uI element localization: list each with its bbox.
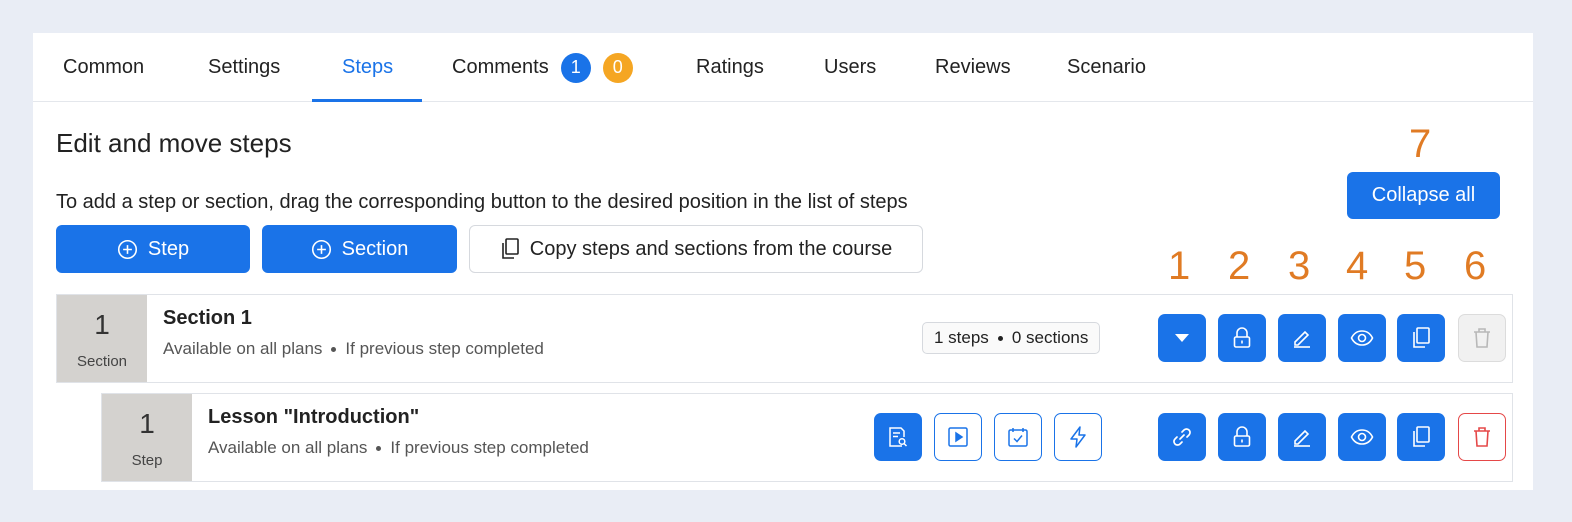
- annotation-1: 1: [1168, 244, 1191, 288]
- annotation-5: 5: [1404, 244, 1427, 288]
- section-number: 1: [94, 309, 110, 340]
- edit-section-button[interactable]: [1278, 314, 1326, 362]
- section-number-block[interactable]: 1 Section: [57, 295, 147, 382]
- tab-label: Scenario: [1067, 56, 1146, 78]
- step-number: 1: [139, 408, 155, 439]
- tab-reviews[interactable]: Reviews: [935, 33, 1011, 102]
- duplicate-step-button[interactable]: [1397, 413, 1445, 461]
- page-title: Edit and move steps: [56, 128, 292, 158]
- tab-ratings[interactable]: Ratings: [696, 33, 764, 102]
- pencil-icon: [1294, 429, 1310, 447]
- step-kind-label: Step: [131, 452, 163, 469]
- section-title: Section 1: [163, 307, 252, 329]
- tab-common[interactable]: Common: [63, 33, 144, 102]
- annotation-6: 6: [1464, 244, 1487, 288]
- tab-bar: Common Settings Steps Comments 1 0 Ratin…: [33, 33, 1533, 102]
- lightning-icon: [1070, 426, 1086, 448]
- tab-steps[interactable]: Steps: [342, 33, 393, 102]
- tab-label: Users: [824, 56, 877, 78]
- annotation-7: 7: [1409, 122, 1432, 166]
- lock-section-button[interactable]: [1218, 314, 1266, 362]
- link-icon: [1173, 428, 1191, 446]
- tab-label: Steps: [342, 56, 394, 78]
- tab-settings[interactable]: Settings: [208, 33, 280, 102]
- tab-label: Ratings: [696, 56, 764, 78]
- duplicate-section-button[interactable]: [1397, 314, 1445, 362]
- step-task-button[interactable]: [994, 413, 1042, 461]
- section-contents-count: 1 steps 0 sections: [922, 322, 1101, 354]
- add-section-button[interactable]: Section: [262, 225, 457, 273]
- button-label: Copy steps and sections from the course: [529, 237, 893, 260]
- copy-icon: [1413, 426, 1430, 447]
- expand-section-button[interactable]: [1158, 314, 1206, 362]
- tab-label: Comments: [452, 56, 549, 78]
- step-automation-button[interactable]: [1054, 413, 1102, 461]
- caret-down-icon: [1175, 334, 1189, 342]
- step-title: Lesson "Introduction": [208, 406, 420, 428]
- plus-circle-icon: [117, 239, 137, 259]
- tab-users[interactable]: Users: [824, 33, 876, 102]
- copy-icon: [1413, 327, 1430, 348]
- edit-step-button[interactable]: [1278, 413, 1326, 461]
- preview-step-button[interactable]: [1338, 413, 1386, 461]
- step-content-button[interactable]: [874, 413, 922, 461]
- button-label: Section: [341, 237, 409, 260]
- instructions-text: To add a step or section, drag the corre…: [56, 191, 908, 213]
- calendar-check-icon: [1008, 428, 1028, 447]
- eye-icon: [1350, 429, 1374, 445]
- tab-label: Common: [63, 56, 145, 78]
- section-kind-label: Section: [76, 353, 128, 370]
- step-meta: Available on all plans If previous step …: [208, 438, 589, 458]
- separator-dot: [331, 346, 337, 352]
- lock-step-button[interactable]: [1218, 413, 1266, 461]
- annotation-4: 4: [1346, 244, 1369, 288]
- step-row[interactable]: 1 Step Lesson "Introduction" Available o…: [101, 393, 1513, 482]
- lock-icon: [1233, 426, 1251, 447]
- availability-text: Available on all plans: [208, 438, 368, 457]
- trash-icon: [1474, 427, 1490, 447]
- collapse-all-button[interactable]: Collapse all: [1347, 172, 1500, 219]
- section-row[interactable]: 1 Section Section 1 Available on all pla…: [56, 294, 1513, 383]
- condition-text: If previous step completed: [390, 438, 589, 457]
- add-step-button[interactable]: Step: [56, 225, 250, 273]
- eye-icon: [1350, 330, 1374, 346]
- button-label: Collapse all: [1371, 184, 1476, 206]
- active-tab-indicator: [312, 99, 422, 102]
- step-number-block[interactable]: 1 Step: [102, 394, 192, 481]
- copy-icon: [501, 238, 519, 259]
- delete-step-button[interactable]: [1458, 413, 1506, 461]
- steps-count: 1 steps: [934, 328, 989, 347]
- step-video-button[interactable]: [934, 413, 982, 461]
- condition-text: If previous step completed: [345, 339, 544, 358]
- trash-icon: [1474, 328, 1490, 348]
- copy-steps-button[interactable]: Copy steps and sections from the course: [469, 225, 923, 273]
- button-label: Step: [147, 237, 190, 260]
- tab-scenario[interactable]: Scenario: [1067, 33, 1146, 102]
- tab-label: Settings: [208, 56, 281, 78]
- preview-section-button[interactable]: [1338, 314, 1386, 362]
- separator-dot: [997, 335, 1003, 341]
- annotation-2: 2: [1228, 244, 1251, 288]
- availability-text: Available on all plans: [163, 339, 323, 358]
- sections-count: 0 sections: [1011, 328, 1089, 347]
- pencil-icon: [1294, 330, 1310, 348]
- annotation-3: 3: [1288, 244, 1311, 288]
- separator-dot: [376, 445, 382, 451]
- document-search-icon: [889, 427, 908, 447]
- tab-label: Reviews: [935, 56, 1011, 78]
- steps-panel: Common Settings Steps Comments 1 0 Ratin…: [33, 33, 1533, 490]
- lock-icon: [1233, 327, 1251, 348]
- plus-circle-icon: [311, 239, 331, 259]
- delete-section-button[interactable]: [1458, 314, 1506, 362]
- play-square-icon: [948, 427, 968, 447]
- pending-comments-badge: 0: [602, 52, 633, 83]
- section-meta: Available on all plans If previous step …: [163, 339, 544, 359]
- comments-count-badge: 1: [560, 52, 591, 83]
- tab-comments[interactable]: Comments 1 0: [452, 33, 633, 102]
- link-step-button[interactable]: [1158, 413, 1206, 461]
